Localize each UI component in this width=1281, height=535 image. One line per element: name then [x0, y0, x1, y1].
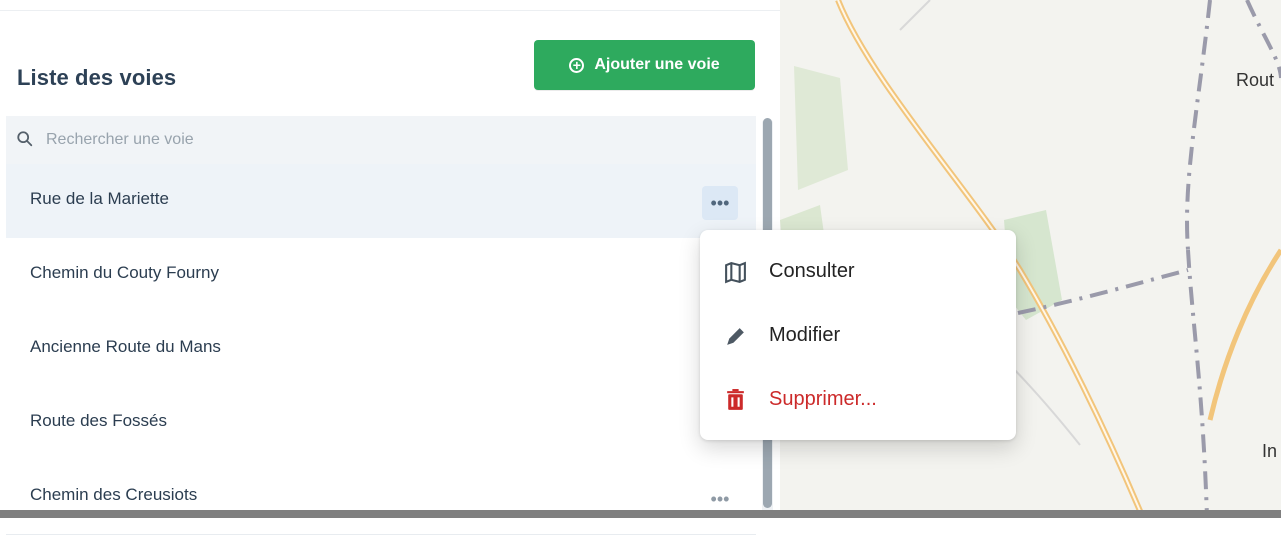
pencil-icon — [727, 328, 744, 345]
map-label-in: In — [1262, 441, 1278, 461]
top-divider — [0, 0, 780, 11]
map-label-route: Rout — [1236, 70, 1275, 90]
bottom-border — [0, 510, 1281, 518]
search-bar[interactable]: Rechercher une voie — [6, 116, 756, 165]
list-item[interactable]: Chemin des Creusiots ••• — [6, 460, 756, 535]
list-item-label: Ancienne Route du Mans — [30, 337, 221, 356]
menu-item-modifier[interactable]: Modifier — [700, 304, 1016, 368]
map-icon — [725, 261, 746, 284]
menu-item-label: Modifier — [769, 324, 841, 346]
trash-icon — [727, 389, 744, 410]
voie-context-menu: Consulter Modifier Supprimer... — [700, 230, 1016, 440]
add-circle-icon: + — [569, 57, 585, 73]
list-item-label: Route des Fossés — [30, 411, 168, 430]
list-item-label: Rue de la Mariette — [30, 189, 169, 208]
voie-sidebar: Liste des voies + Ajouter une voie Reche… — [0, 0, 780, 535]
search-input[interactable]: Rechercher une voie — [46, 131, 194, 149]
add-voie-label: Ajouter une voie — [594, 56, 720, 73]
more-options-button[interactable]: ••• — [702, 186, 738, 220]
menu-item-label: Consulter — [769, 260, 855, 282]
list-item[interactable]: Rue de la Mariette ••• — [6, 164, 756, 239]
menu-item-supprimer[interactable]: Supprimer... — [700, 368, 1016, 432]
add-voie-button[interactable]: + Ajouter une voie — [534, 40, 755, 90]
list-item[interactable]: Ancienne Route du Mans — [6, 312, 756, 387]
menu-item-label: Supprimer... — [769, 388, 877, 410]
search-icon — [17, 131, 33, 147]
list-item[interactable]: Route des Fossés — [6, 386, 756, 461]
list-item-label: Chemin des Creusiots — [30, 485, 198, 504]
list-item-label: Chemin du Couty Fourny — [30, 263, 219, 282]
menu-item-consulter[interactable]: Consulter — [700, 240, 1016, 304]
list-item[interactable]: Chemin du Couty Fourny — [6, 238, 756, 313]
page-title: Liste des voies — [17, 65, 177, 90]
